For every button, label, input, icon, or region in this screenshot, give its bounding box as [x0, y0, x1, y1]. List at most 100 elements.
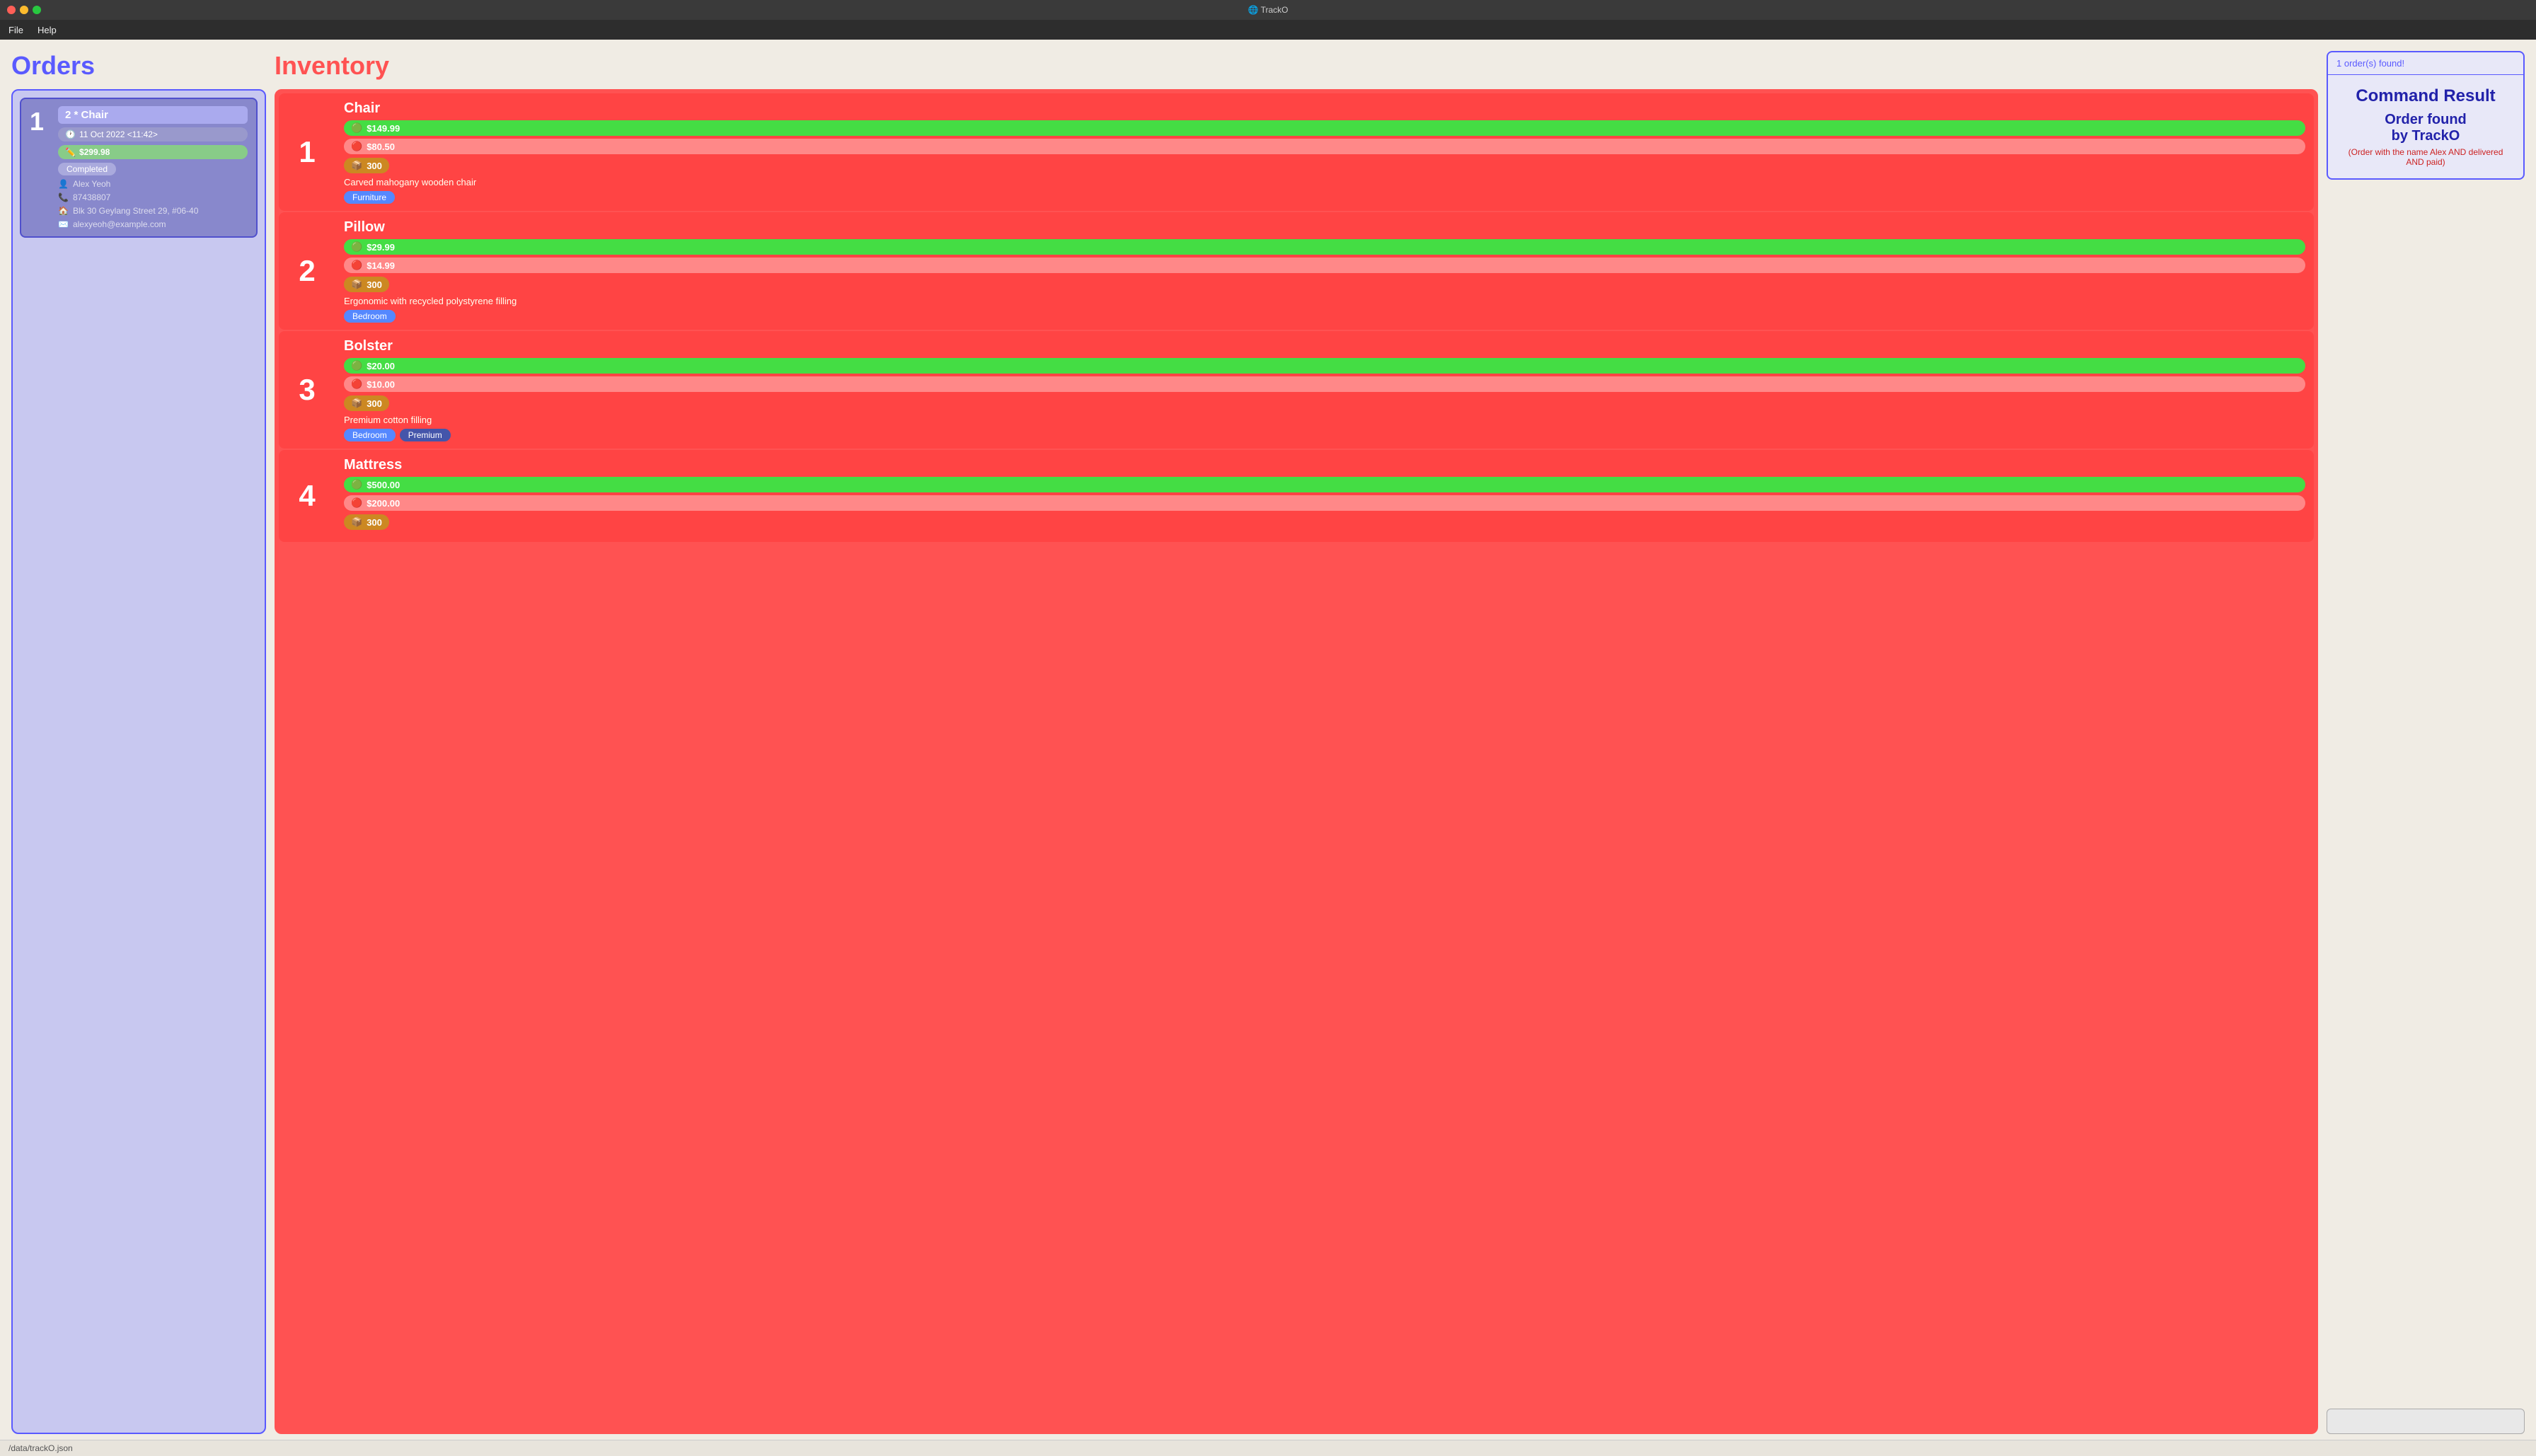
- box-icon: 📦: [351, 160, 362, 171]
- item-number: 2: [299, 254, 315, 288]
- item-tag-premium: Premium: [400, 429, 451, 441]
- down-arrow-icon: 🔴: [351, 141, 362, 152]
- inventory-item[interactable]: 2 Pillow 🟢 $29.99 🔴 $14.99: [279, 212, 2314, 330]
- menu-bar: File Help: [0, 20, 2536, 40]
- command-result-header: 1 order(s) found!: [2328, 52, 2523, 74]
- sell-price-bar: 🟢 $20.00: [344, 358, 2305, 374]
- inventory-item[interactable]: 1 Chair 🟢 $149.99 🔴 $80.50: [279, 93, 2314, 211]
- item-description: Ergonomic with recycled polystyrene fill…: [344, 296, 2305, 306]
- up-arrow-icon: 🟢: [351, 241, 362, 253]
- window-title: 🌐 TrackO: [1248, 5, 1289, 15]
- item-tag: Bedroom: [344, 310, 396, 323]
- item-number-col: 2: [279, 212, 335, 330]
- sell-price-bar: 🟢 $29.99: [344, 239, 2305, 255]
- item-number-col: 1: [279, 93, 335, 211]
- inventory-section-title: Inventory: [275, 51, 2318, 81]
- email-icon: ✉️: [58, 219, 69, 229]
- command-result-sub: (Order with the name Alex AND delivered …: [2328, 144, 2523, 178]
- down-arrow-icon: 🔴: [351, 497, 362, 509]
- stock-bar: 📦 300: [344, 395, 389, 411]
- item-details: Pillow 🟢 $29.99 🔴 $14.99: [335, 212, 2314, 330]
- order-date: 🕐 11 Oct 2022 <11:42>: [58, 127, 248, 141]
- sell-price-bar: 🟢 $149.99: [344, 120, 2305, 136]
- inventory-column: Inventory 1 Chair 🟢 $149.99: [275, 51, 2318, 1434]
- title-bar: 🌐 TrackO: [0, 0, 2536, 20]
- command-result-main: Order foundby TrackO: [2328, 112, 2523, 144]
- stock-bar: 📦 300: [344, 158, 389, 173]
- house-icon: 🏠: [58, 206, 69, 216]
- item-number: 4: [299, 479, 315, 513]
- order-price: ✏️ $299.98: [58, 145, 248, 159]
- order-customer: 👤 Alex Yeoh: [58, 179, 248, 189]
- minimize-button[interactable]: [20, 6, 28, 14]
- pencil-icon: ✏️: [65, 147, 76, 157]
- cost-price-bar: 🔴 $14.99: [344, 258, 2305, 273]
- maximize-button[interactable]: [33, 6, 41, 14]
- stock-bar: 📦 300: [344, 514, 389, 530]
- order-details: 2 * Chair 🕐 11 Oct 2022 <11:42> ✏️ $299.…: [58, 106, 248, 229]
- cost-price-bar: 🔴 $80.50: [344, 139, 2305, 154]
- box-icon: 📦: [351, 279, 362, 290]
- tags-row: Bedroom Premium: [344, 429, 2305, 441]
- item-details: Chair 🟢 $149.99 🔴 $80.50: [335, 93, 2314, 211]
- price-bars: 🟢 $20.00 🔴 $10.00: [344, 358, 2305, 392]
- phone-icon: 📞: [58, 192, 69, 202]
- stock-bar: 📦 300: [344, 277, 389, 292]
- menu-file[interactable]: File: [8, 25, 23, 35]
- item-name: Pillow: [344, 219, 2305, 236]
- item-tag: Furniture: [344, 191, 395, 204]
- tags-row: Furniture: [344, 191, 2305, 204]
- order-name: 2 * Chair: [58, 106, 248, 124]
- traffic-lights: [7, 6, 41, 14]
- up-arrow-icon: 🟢: [351, 479, 362, 490]
- sell-price-bar: 🟢 $500.00: [344, 477, 2305, 492]
- orders-column: Orders 1 2 * Chair 🕐 11 Oct 2022 <11:42>…: [11, 51, 266, 1434]
- box-icon: 📦: [351, 398, 362, 409]
- order-address: 🏠 Blk 30 Geylang Street 29, #06-40: [58, 206, 248, 216]
- inventory-item[interactable]: 3 Bolster 🟢 $20.00 🔴 $10.00: [279, 331, 2314, 449]
- order-number: 1: [30, 106, 51, 134]
- menu-help[interactable]: Help: [38, 25, 57, 35]
- cost-price-bar: 🔴 $10.00: [344, 376, 2305, 392]
- item-name: Chair: [344, 100, 2305, 117]
- inventory-list: 1 Chair 🟢 $149.99 🔴 $80.50: [275, 89, 2318, 1434]
- orders-list: 1 2 * Chair 🕐 11 Oct 2022 <11:42> ✏️ $29…: [11, 89, 266, 1434]
- close-button[interactable]: [7, 6, 16, 14]
- up-arrow-icon: 🟢: [351, 122, 362, 134]
- cost-price-bar: 🔴 $200.00: [344, 495, 2305, 511]
- down-arrow-icon: 🔴: [351, 260, 362, 271]
- status-path: /data/trackO.json: [8, 1443, 73, 1453]
- order-card[interactable]: 1 2 * Chair 🕐 11 Oct 2022 <11:42> ✏️ $29…: [20, 98, 258, 238]
- item-name: Bolster: [344, 338, 2305, 354]
- order-phone: 📞 87438807: [58, 192, 248, 202]
- item-number: 1: [299, 135, 315, 169]
- item-description: Carved mahogany wooden chair: [344, 177, 2305, 187]
- order-status: Completed: [58, 163, 116, 175]
- up-arrow-icon: 🟢: [351, 360, 362, 371]
- orders-section-title: Orders: [11, 51, 266, 81]
- command-input[interactable]: [2327, 1409, 2525, 1434]
- item-number-col: 3: [279, 331, 335, 449]
- tags-row: Bedroom: [344, 310, 2305, 323]
- app-body: Orders 1 2 * Chair 🕐 11 Oct 2022 <11:42>…: [0, 40, 2536, 1456]
- box-icon: 📦: [351, 516, 362, 528]
- command-result-box: 1 order(s) found! Command Result Order f…: [2327, 51, 2525, 180]
- price-bars: 🟢 $500.00 🔴 $200.00: [344, 477, 2305, 511]
- price-bars: 🟢 $29.99 🔴 $14.99: [344, 239, 2305, 273]
- command-result-title: Command Result: [2328, 75, 2523, 112]
- down-arrow-icon: 🔴: [351, 379, 362, 390]
- item-tag-bedroom: Bedroom: [344, 429, 396, 441]
- price-bars: 🟢 $149.99 🔴 $80.50: [344, 120, 2305, 154]
- item-description: Premium cotton filling: [344, 415, 2305, 425]
- clock-icon: 🕐: [65, 129, 76, 139]
- command-column: 1 order(s) found! Command Result Order f…: [2327, 51, 2525, 1434]
- item-details: Mattress 🟢 $500.00 🔴 $200.00: [335, 450, 2314, 542]
- status-bar: /data/trackO.json: [0, 1440, 2536, 1456]
- order-email: ✉️ alexyeoh@example.com: [58, 219, 248, 229]
- person-icon: 👤: [58, 179, 69, 189]
- inventory-item[interactable]: 4 Mattress 🟢 $500.00 🔴 $200.00: [279, 450, 2314, 542]
- item-number: 3: [299, 373, 315, 407]
- main-content: Orders 1 2 * Chair 🕐 11 Oct 2022 <11:42>…: [0, 40, 2536, 1434]
- item-number-col: 4: [279, 450, 335, 542]
- item-details: Bolster 🟢 $20.00 🔴 $10.00: [335, 331, 2314, 449]
